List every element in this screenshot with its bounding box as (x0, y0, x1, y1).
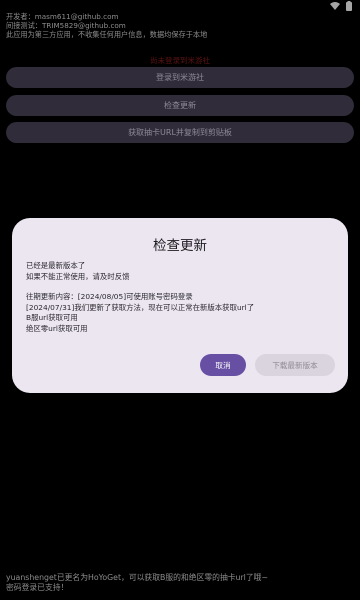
dialog-text-line: 如果不能正常使用，请及时反馈 (26, 271, 130, 281)
dialog-title: 检查更新 (153, 238, 207, 254)
cancel-button[interactable]: 取消 (200, 354, 246, 376)
dialog-text-line: [2024/07/31]我们更新了获取方法，现在可以正常在新版本获取url了 (26, 302, 255, 312)
dialog-text-line: 绝区零url获取可用 (26, 323, 88, 333)
dialog-text-line: 已经是最新版本了 (26, 261, 86, 270)
download-latest-button[interactable]: 下载最新版本 (255, 354, 335, 376)
dialog-body: 已经是最新版本了 如果不能正常使用，请及时反馈 往期更新内容：[2024/08/… (26, 261, 334, 334)
update-dialog: 检查更新 已经是最新版本了 如果不能正常使用，请及时反馈 往期更新内容：[202… (12, 218, 348, 393)
dialog-text-line: B服url获取可用 (26, 313, 78, 322)
dialog-text-line: 往期更新内容：[2024/08/05]可使用账号密码登录 (26, 292, 193, 301)
